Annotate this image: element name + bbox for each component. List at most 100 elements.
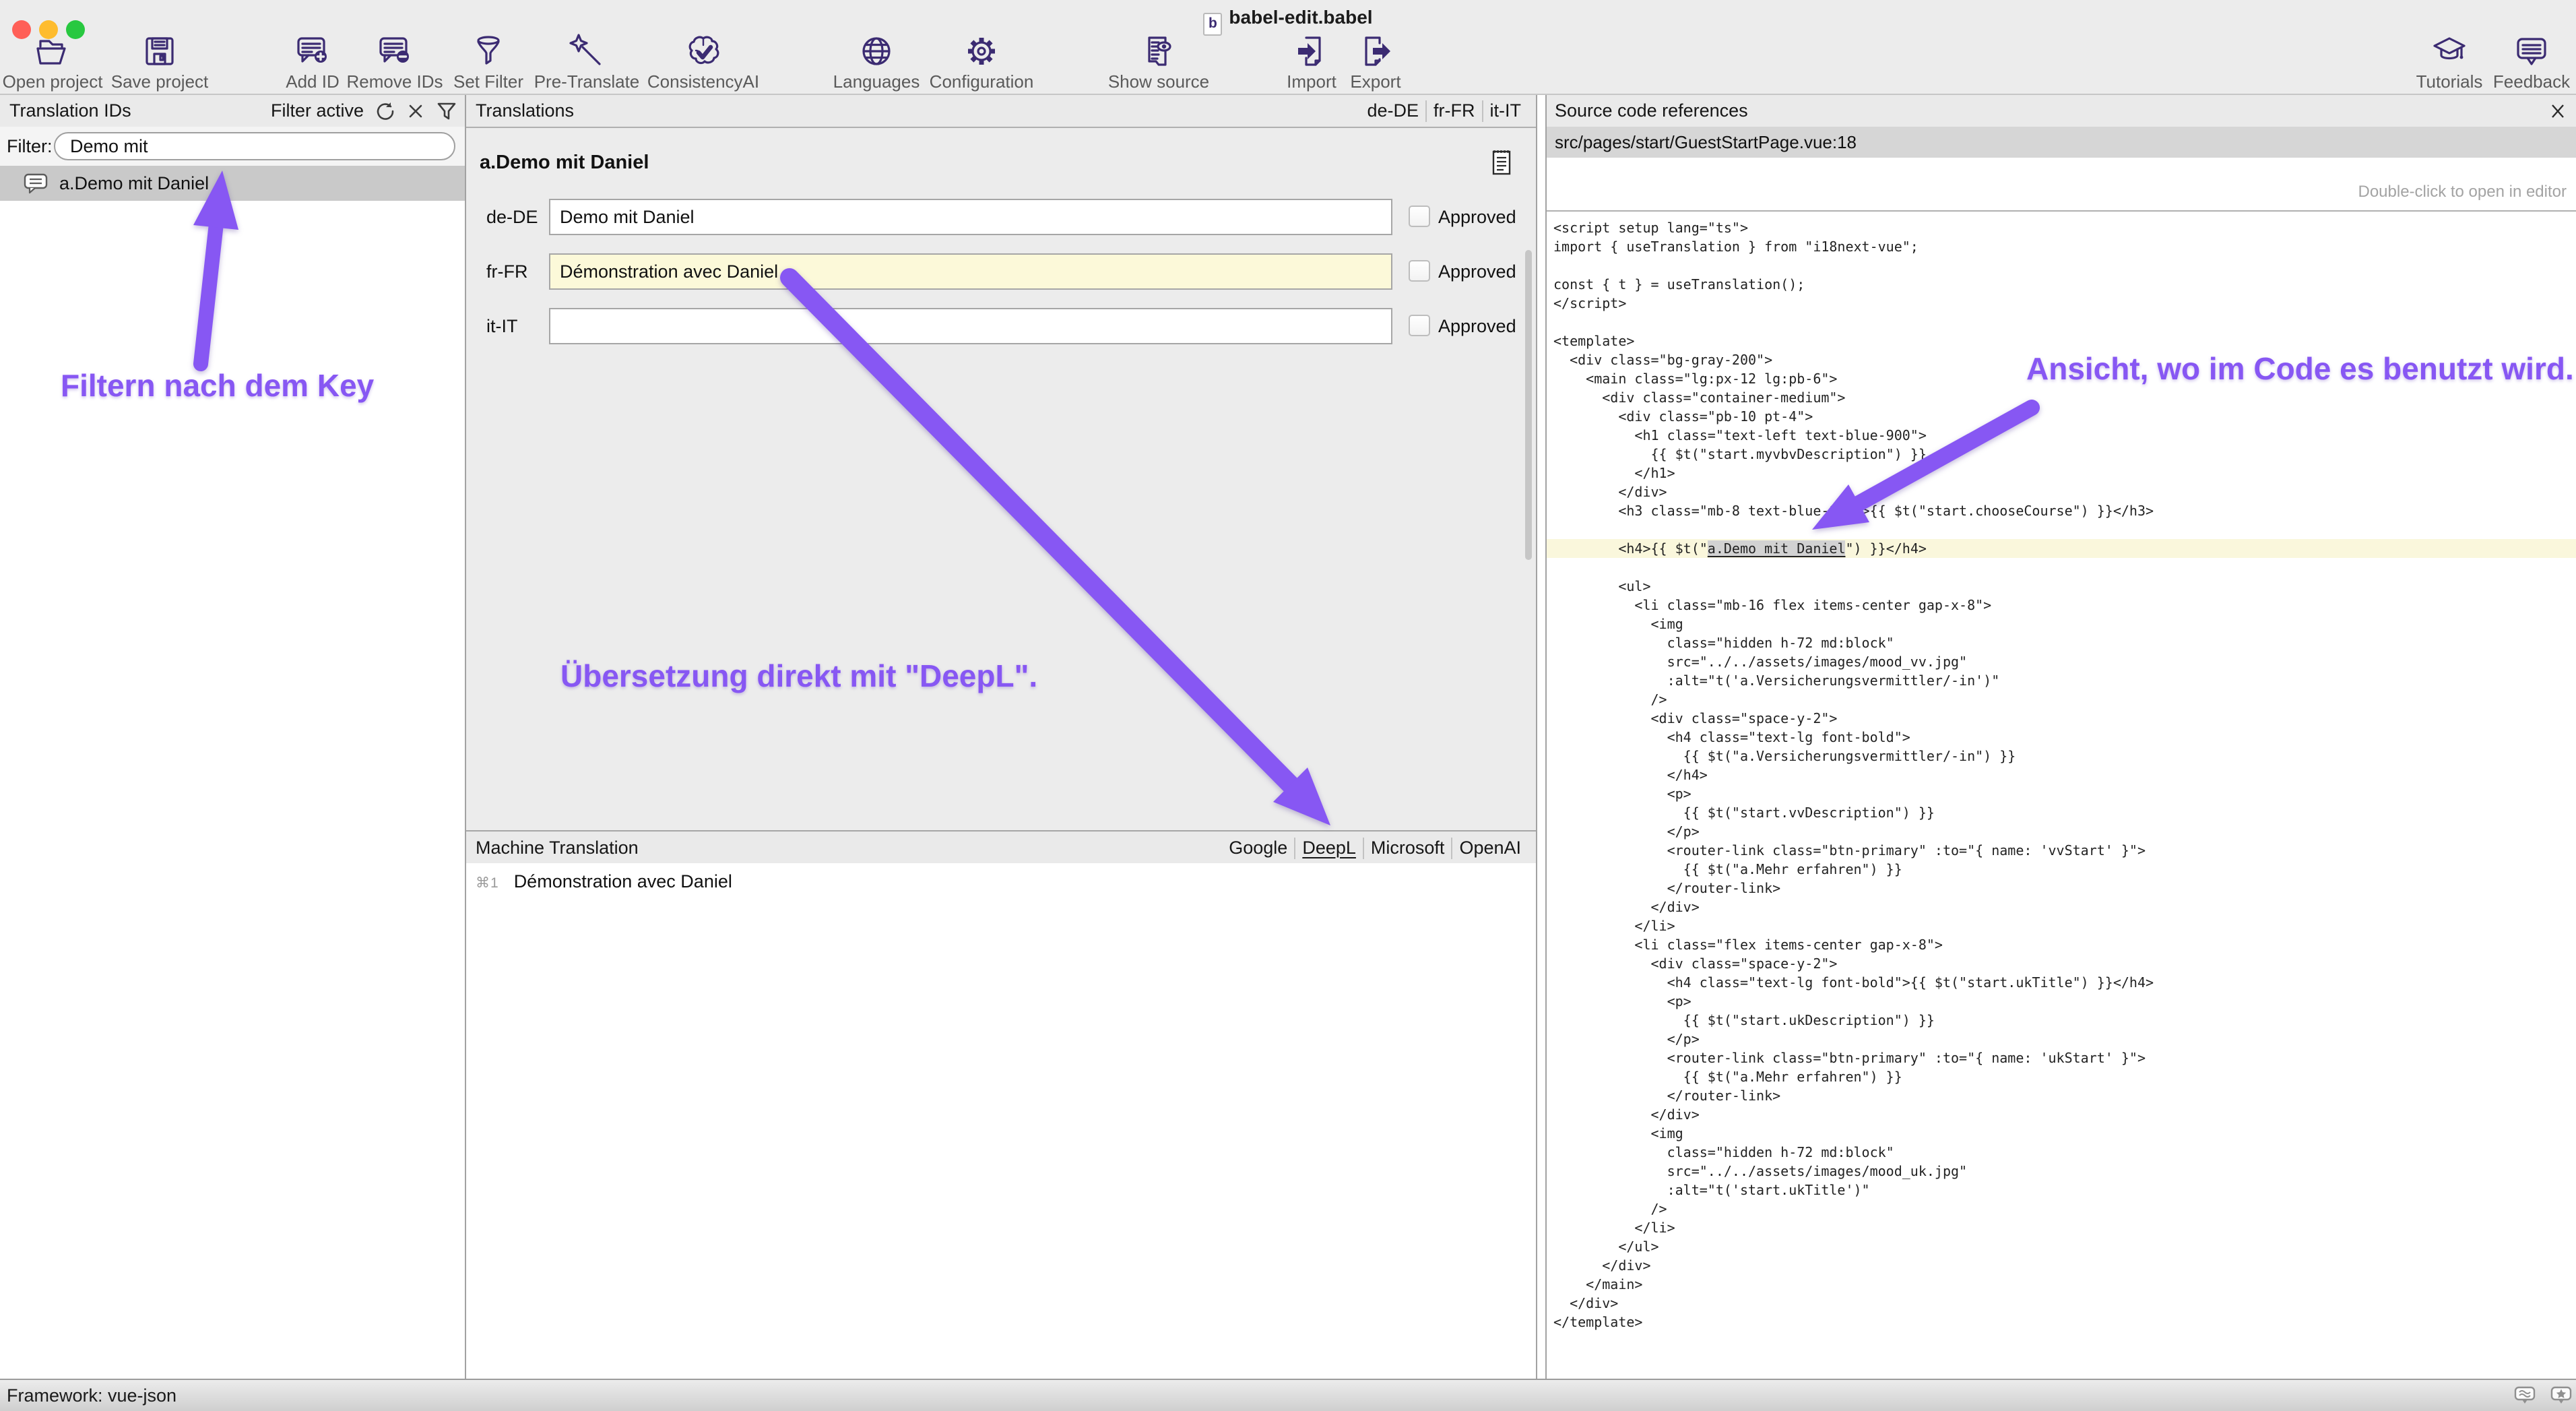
- configuration-button[interactable]: Configuration: [907, 32, 1056, 92]
- lang-tab-de[interactable]: de-DE: [1360, 100, 1425, 121]
- feedback-bubble-icon: [2513, 32, 2550, 70]
- code-line: </li>: [1547, 1218, 2576, 1237]
- mt-result-row[interactable]: ⌘1 Démonstration avec Daniel: [466, 871, 732, 892]
- code-line: <h4 class="text-lg font-bold">: [1547, 728, 2576, 747]
- source-code-header: Source code references: [1547, 95, 2576, 128]
- mt-result-text: Démonstration avec Daniel: [514, 871, 732, 892]
- code-line: src="../../assets/images/mood_uk.jpg": [1547, 1162, 2576, 1181]
- waves-bubble-icon[interactable]: [2514, 1386, 2536, 1405]
- code-line: src="../../assets/images/mood_vv.jpg": [1547, 652, 2576, 671]
- code-line: />: [1547, 1199, 2576, 1218]
- open-folder-icon: [34, 32, 71, 70]
- star-bubble-icon[interactable]: [2550, 1386, 2572, 1405]
- code-line: <h3 class="mb-8 text-blue-900">{{ $t("st…: [1547, 501, 2576, 520]
- framework-status: Framework: vue-json: [7, 1385, 176, 1406]
- code-line: <h4 class="text-lg font-bold">{{ $t("sta…: [1547, 973, 2576, 992]
- code-line: </li>: [1547, 916, 2576, 935]
- translation-id-item[interactable]: a.Demo mit Daniel: [0, 166, 465, 201]
- code-line: {{ $t("start.ukDescription") }}: [1547, 1011, 2576, 1030]
- funnel-icon: [470, 32, 507, 70]
- consistency-ai-button[interactable]: ConsistencyAI: [629, 32, 777, 92]
- code-line: [1547, 313, 2576, 332]
- code-line: <p>: [1547, 784, 2576, 803]
- scrollbar-thumb[interactable]: [1525, 250, 1532, 560]
- panel-title: Translation IDs: [9, 100, 131, 121]
- filter-active-label: Filter active: [271, 100, 364, 121]
- translation-row-it: it-IT Approved: [466, 308, 1536, 344]
- translation-input-fr[interactable]: [549, 253, 1392, 290]
- open-in-editor-hint: Double-click to open in editor: [2358, 183, 2567, 201]
- comment-bubble-icon: [23, 173, 49, 194]
- lang-tab-it[interactable]: it-IT: [1483, 100, 1528, 121]
- code-line: </script>: [1547, 294, 2576, 313]
- translation-input-it[interactable]: [549, 308, 1392, 344]
- entry-id-title: a.Demo mit Daniel: [480, 152, 649, 174]
- code-line: const { t } = useTranslation();: [1547, 275, 2576, 294]
- code-line: </h4>: [1547, 765, 2576, 784]
- show-source-button[interactable]: Show source: [1085, 32, 1233, 92]
- code-line: </p>: [1547, 1030, 2576, 1048]
- code-line: class="hidden h-72 md:block": [1547, 633, 2576, 652]
- code-line: <div class="pb-10 pt-4">: [1547, 407, 2576, 426]
- code-line: <main class="lg:px-12 lg:pb-6">: [1547, 369, 2576, 388]
- panel-title: Translations: [476, 100, 574, 121]
- code-line: </ul>: [1547, 1237, 2576, 1256]
- panel-title: Machine Translation: [476, 838, 639, 858]
- approved-checkbox-fr[interactable]: [1409, 260, 1430, 282]
- status-bar: Framework: vue-json: [0, 1379, 2576, 1411]
- code-line: <div class="space-y-2">: [1547, 709, 2576, 728]
- code-line: />: [1547, 690, 2576, 709]
- code-line: class="hidden h-72 md:block": [1547, 1143, 2576, 1162]
- code-line: {{ $t("start.vvDescription") }}: [1547, 803, 2576, 822]
- code-line: {{ $t("a.Mehr erfahren") }}: [1547, 860, 2576, 879]
- mt-tab-microsoft[interactable]: Microsoft: [1364, 838, 1452, 858]
- code-line: <script setup lang="ts">: [1547, 218, 2576, 237]
- window-title: bbabel-edit.babel: [0, 7, 2576, 36]
- lang-label: it-IT: [486, 316, 518, 337]
- translation-row-de: de-DE Approved: [466, 199, 1536, 235]
- code-line: </router-link>: [1547, 1086, 2576, 1105]
- filter-funnel-icon[interactable]: [435, 100, 458, 123]
- machine-translation-header: Machine Translation Google DeepL Microso…: [466, 830, 1536, 866]
- doc-eye-icon: [1140, 32, 1178, 70]
- translation-input-de[interactable]: [549, 199, 1392, 235]
- filter-row: Filter:: [0, 127, 465, 167]
- code-line: [1547, 558, 2576, 577]
- feedback-button[interactable]: Feedback: [2457, 32, 2576, 92]
- code-line: <h1 class="text-left text-blue-900">: [1547, 426, 2576, 445]
- approved-checkbox-it[interactable]: [1409, 315, 1430, 336]
- magic-wand-icon: [568, 32, 606, 70]
- mt-tab-openai[interactable]: OpenAI: [1452, 838, 1528, 858]
- shortcut-badge: ⌘1: [476, 875, 499, 891]
- code-line: <div class="bg-gray-200">: [1547, 350, 2576, 369]
- code-line: </router-link>: [1547, 879, 2576, 898]
- file-reference-row[interactable]: src/pages/start/GuestStartPage.vue:18: [1547, 127, 2576, 158]
- source-code-panel: Source code references src/pages/start/G…: [1545, 95, 2576, 1379]
- code-line: </div>: [1547, 1105, 2576, 1124]
- mt-tab-google[interactable]: Google: [1222, 838, 1294, 858]
- notes-icon[interactable]: [1491, 149, 1512, 176]
- code-line: <li class="flex items-center gap-x-8">: [1547, 935, 2576, 954]
- translations-header: Translations de-DE fr-FR it-IT: [466, 95, 1536, 128]
- code-line: </div>: [1547, 1294, 2576, 1313]
- code-line: :alt="t('a.Versicherungsvermittler/-in')…: [1547, 671, 2576, 690]
- lang-tab-fr[interactable]: fr-FR: [1427, 100, 1481, 121]
- bubble-minus-icon: [376, 32, 414, 70]
- highlighted-translation-key: a.Demo mit Daniel: [1708, 540, 1846, 557]
- close-panel-icon[interactable]: [2548, 101, 2568, 121]
- code-line: <div class="container-medium">: [1547, 388, 2576, 407]
- approved-checkbox-de[interactable]: [1409, 206, 1430, 227]
- code-line: import { useTranslation } from "i18next-…: [1547, 237, 2576, 256]
- mt-tab-deepl[interactable]: DeepL: [1295, 838, 1363, 858]
- save-project-button[interactable]: Save project: [86, 32, 234, 92]
- code-line: </div>: [1547, 482, 2576, 501]
- save-floppy-icon: [141, 32, 179, 70]
- code-line: </template>: [1547, 1313, 2576, 1331]
- filter-input[interactable]: [54, 132, 455, 160]
- export-button[interactable]: Export: [1301, 32, 1450, 92]
- code-line: [1547, 256, 2576, 275]
- refresh-icon[interactable]: [373, 100, 396, 123]
- filter-label: Filter:: [7, 136, 53, 157]
- export-icon: [1357, 32, 1394, 70]
- clear-filter-icon[interactable]: [406, 101, 426, 121]
